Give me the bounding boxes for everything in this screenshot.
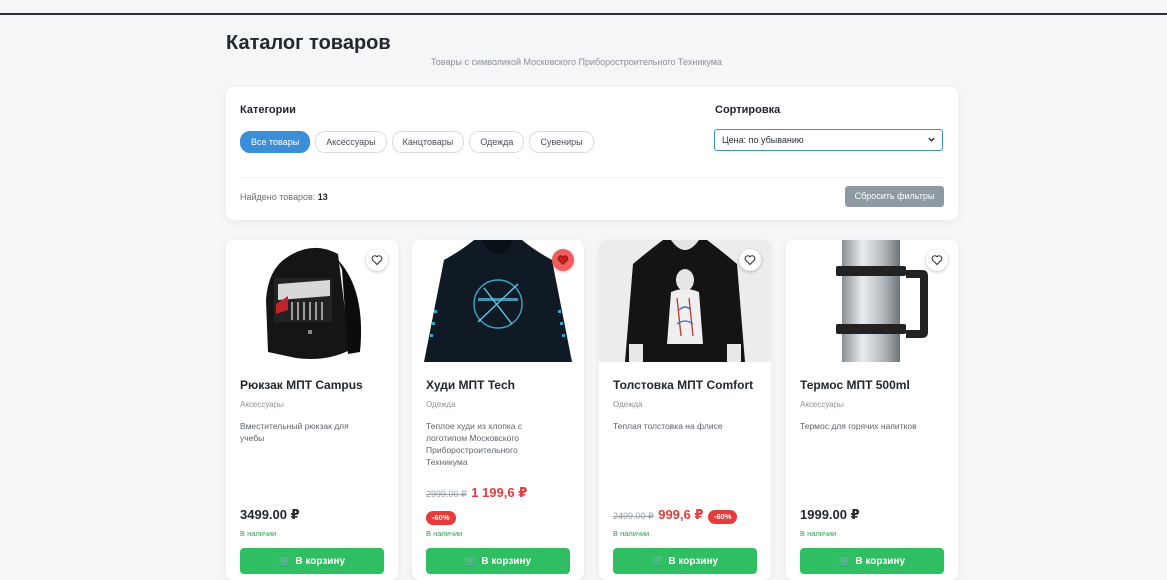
product-description: Теплая толстовка на флисе (613, 421, 723, 431)
add-to-cart-label: В корзину (481, 555, 532, 567)
page-title: Каталог товаров (226, 32, 391, 54)
product-card: Рюкзак МПТ Campus Аксессуары Вместительн… (226, 240, 398, 580)
sort-heading: Сортировка (715, 104, 781, 116)
product-card: Толстовка МПТ Comfort Одежда Теплая толс… (599, 240, 771, 580)
old-price: 2999.00 ₽ (426, 489, 467, 499)
stock-status: В наличии (613, 529, 650, 538)
category-chip-all[interactable]: Все товары (240, 131, 311, 153)
add-to-cart-label: В корзину (855, 555, 906, 567)
discount-wrapper: -60% (426, 507, 456, 525)
categories-heading: Категории (240, 104, 296, 116)
discount-badge: -60% (426, 511, 456, 525)
price-block: 2499.00 ₽ 999,6 ₽ -60% (613, 506, 738, 524)
favorite-button[interactable] (926, 249, 948, 271)
stock-status: В наличии (426, 529, 463, 538)
old-price: 2499.00 ₽ (613, 511, 654, 521)
product-description: Вместительный рюкзак для учебы (240, 421, 349, 443)
favorite-button[interactable] (366, 249, 388, 271)
product-card: Худи МПТ Tech Одежда Теплое худи из хлоп… (412, 240, 584, 580)
category-chips: Все товары Аксессуары Канцтовары Одежда … (240, 131, 594, 153)
add-to-cart-button[interactable]: 🛒 В корзину (240, 548, 384, 574)
product-name[interactable]: Худи МПТ Tech (426, 378, 515, 392)
product-price: 3499.00 ₽ (240, 507, 300, 522)
product-category: Одежда (613, 400, 643, 409)
product-card: Термос МПТ 500ml Аксессуары Термос для г… (786, 240, 958, 580)
sale-price: 999,6 ₽ (658, 507, 704, 522)
cart-icon: 🛒 (651, 555, 665, 567)
found-label: Найдено товаров: (240, 192, 316, 202)
add-to-cart-label: В корзину (295, 555, 346, 567)
favorite-button[interactable] (739, 249, 761, 271)
stock-status: В наличии (240, 529, 277, 538)
product-price: 1999.00 ₽ (800, 507, 860, 522)
product-category: Аксессуары (240, 400, 284, 409)
heart-icon (371, 255, 383, 266)
price-block: 2999.00 ₽ 1 199,6 ₽ (426, 484, 527, 502)
product-name[interactable]: Рюкзак МПТ Campus (240, 378, 363, 392)
favorite-button[interactable] (552, 249, 574, 271)
cart-icon: 🛒 (838, 555, 852, 567)
sort-select[interactable]: Цена: по убыванию (714, 129, 943, 151)
product-description: Теплое худи из хлопка с логотипом Москов… (426, 421, 523, 467)
product-category: Одежда (426, 400, 456, 409)
category-chip-souvenirs[interactable]: Сувениры (529, 131, 594, 153)
heart-icon (931, 255, 943, 266)
heart-icon (744, 255, 756, 266)
sort-select-value: Цена: по убыванию (722, 135, 804, 145)
category-chip-accessories[interactable]: Аксессуары (315, 131, 387, 153)
heart-icon (557, 255, 569, 266)
reset-filters-button[interactable]: Сбросить фильтры (845, 186, 944, 207)
filter-panel: Категории Сортировка Все товары Аксессуа… (226, 87, 958, 220)
found-number: 13 (317, 192, 328, 202)
page-subtitle: Товары с символикой Московского Приборос… (431, 57, 722, 67)
chevron-down-icon (927, 132, 936, 152)
sale-price: 1 199,6 ₽ (471, 485, 528, 500)
divider (240, 177, 943, 178)
category-chip-stationery[interactable]: Канцтовары (391, 131, 465, 153)
add-to-cart-button[interactable]: 🛒 В корзину (800, 548, 944, 574)
discount-badge: -60% (707, 510, 738, 524)
stock-status: В наличии (800, 529, 837, 538)
cart-icon: 🛒 (278, 555, 292, 567)
product-description: Термос для горячих напитков (800, 421, 917, 431)
product-category: Аксессуары (800, 400, 844, 409)
found-count: Найдено товаров: 13 (240, 192, 328, 202)
top-border (0, 13, 1167, 15)
cart-icon: 🛒 (464, 555, 478, 567)
product-name[interactable]: Термос МПТ 500ml (800, 378, 910, 392)
add-to-cart-button[interactable]: 🛒 В корзину (613, 548, 757, 574)
add-to-cart-label: В корзину (668, 555, 719, 567)
category-chip-clothing[interactable]: Одежда (469, 131, 525, 153)
add-to-cart-button[interactable]: 🛒 В корзину (426, 548, 570, 574)
product-name[interactable]: Толстовка МПТ Comfort (613, 378, 753, 392)
